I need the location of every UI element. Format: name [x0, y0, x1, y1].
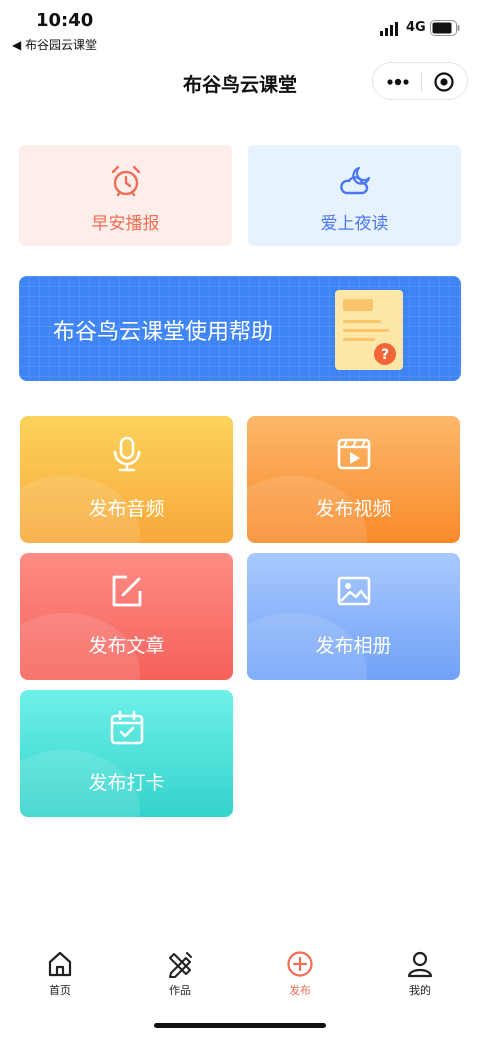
svg-text:?: ? [381, 347, 389, 363]
publish-checkin-button[interactable]: 发布打卡 [20, 690, 233, 817]
morning-broadcast-label: 早安播报 [91, 214, 160, 234]
night-reading-card[interactable]: 爱上夜读 [248, 145, 461, 246]
status-bar: 10:40 ◀ 布谷园云课堂 4G [0, 0, 480, 56]
more-icon[interactable] [385, 72, 411, 92]
tab-mine-label: 我的 [409, 984, 431, 997]
status-time: 10:40 [36, 10, 94, 31]
calendar-check-icon [110, 710, 143, 745]
publish-video-label: 发布视频 [315, 498, 392, 520]
back-to-app-link[interactable]: ◀ 布谷园云课堂 [12, 36, 97, 53]
tab-home-label: 首页 [49, 984, 71, 997]
signal-icon [380, 22, 398, 36]
home-icon [48, 951, 72, 977]
pencil-ruler-icon [169, 952, 192, 978]
tab-works-label: 作品 [169, 984, 191, 997]
image-icon [337, 576, 370, 606]
tab-works[interactable]: 作品 [150, 950, 210, 998]
publish-article-label: 发布文章 [88, 635, 165, 657]
publish-album-button[interactable]: 发布相册 [247, 553, 460, 680]
mini-program-capsule [372, 62, 468, 100]
publish-checkin-label: 发布打卡 [88, 772, 165, 794]
publish-album-label: 发布相册 [315, 635, 392, 657]
plus-circle-icon [287, 951, 313, 977]
network-type: 4G [406, 20, 426, 35]
publish-article-button[interactable]: 发布文章 [20, 553, 233, 680]
capsule-divider [421, 73, 422, 91]
close-mini-program-icon[interactable] [433, 71, 455, 93]
publish-audio-button[interactable]: 发布音频 [20, 416, 233, 543]
help-banner-text: 布谷鸟云课堂使用帮助 [53, 320, 274, 345]
night-reading-label: 爱上夜读 [320, 214, 389, 234]
help-document-icon: ? [335, 290, 403, 370]
publish-video-button[interactable]: 发布视频 [247, 416, 460, 543]
alarm-clock-icon [111, 165, 140, 197]
tab-publish[interactable]: 发布 [270, 950, 330, 998]
tab-home[interactable]: 首页 [30, 950, 90, 998]
edit-icon [112, 575, 141, 607]
video-icon [337, 438, 370, 470]
user-icon [407, 951, 433, 978]
tab-publish-label: 发布 [289, 984, 311, 997]
home-indicator [154, 1023, 326, 1028]
moon-cloud-icon [339, 166, 370, 195]
microphone-icon [113, 436, 140, 472]
morning-broadcast-card[interactable]: 早安播报 [19, 145, 232, 246]
publish-audio-label: 发布音频 [88, 498, 165, 520]
help-banner[interactable]: 布谷鸟云课堂使用帮助 ? [19, 276, 461, 381]
bottom-tab-bar: 首页 作品 发布 我的 [0, 940, 480, 1010]
tab-mine[interactable]: 我的 [390, 950, 450, 998]
battery-icon [430, 20, 460, 36]
